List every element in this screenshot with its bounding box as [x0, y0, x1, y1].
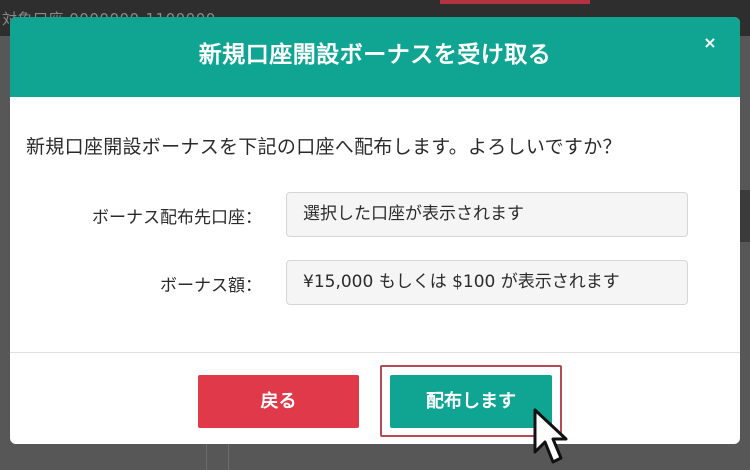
modal-header: 新規口座開設ボーナスを受け取る × [10, 17, 740, 97]
modal-title: 新規口座開設ボーナスを受け取る [198, 42, 552, 68]
background-divider [228, 440, 229, 470]
bonus-amount-field: ¥15,000 もしくは $100 が表示されます [286, 260, 688, 305]
bonus-amount-label: ボーナス額： [160, 276, 262, 296]
close-icon[interactable]: × [698, 31, 722, 55]
bonus-account-field: 選択した口座が表示されます [286, 192, 688, 237]
bonus-account-label: ボーナス配布先口座： [92, 208, 262, 228]
bonus-confirm-modal: 新規口座開設ボーナスを受け取る × 新規口座開設ボーナスを下記の口座へ配布します… [10, 17, 740, 444]
background-divider [206, 440, 207, 470]
back-button[interactable]: 戻る [198, 375, 359, 428]
background-accent-bar [440, 0, 590, 4]
distribute-button[interactable]: 配布します [390, 375, 552, 428]
footer-divider [10, 352, 740, 353]
mouse-pointer-icon [533, 408, 568, 464]
confirm-message: 新規口座開設ボーナスを下記の口座へ配布します。よろしいですか？ [26, 136, 622, 158]
